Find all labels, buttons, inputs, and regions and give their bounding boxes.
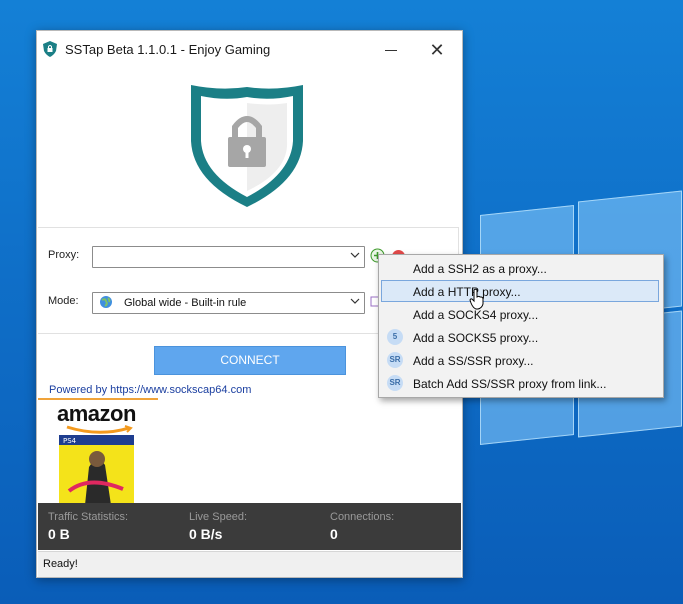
menu-item-ss-ssr[interactable]: SR Add a SS/SSR proxy...: [381, 349, 659, 371]
chevron-down-icon: [350, 252, 360, 258]
status-text: Ready!: [43, 558, 78, 570]
menu-item-ssh2[interactable]: Add a SSH2 as a proxy...: [381, 257, 659, 279]
app-shield-icon: [43, 41, 57, 57]
minimize-button[interactable]: [373, 37, 409, 63]
amazon-smile-icon: [66, 425, 133, 434]
proxy-select[interactable]: [92, 246, 365, 268]
traffic-label: Traffic Statistics:: [48, 511, 129, 523]
amazon-logo[interactable]: amazon: [57, 401, 136, 427]
add-proxy-menu: Add a SSH2 as a proxy... Add a HTTP prox…: [378, 254, 664, 398]
svg-text:PS4: PS4: [63, 437, 77, 445]
menu-item-http[interactable]: Add a HTTP proxy...: [381, 280, 659, 302]
mode-select[interactable]: Global wide - Built-in rule: [92, 292, 365, 314]
menu-item-batch-ssr[interactable]: SR Batch Add SS/SSR proxy from link...: [381, 372, 659, 394]
game-cover-ad[interactable]: PS4: [59, 435, 134, 505]
window-title: SSTap Beta 1.1.0.1 - Enjoy Gaming: [65, 42, 271, 57]
mode-label: Mode:: [48, 295, 79, 307]
statistics-bar: Traffic Statistics: 0 B Live Speed: 0 B/…: [38, 503, 461, 550]
proxy-label: Proxy:: [48, 249, 80, 261]
traffic-value: 0 B: [48, 526, 70, 542]
connect-button[interactable]: CONNECT: [154, 346, 346, 375]
divider: [38, 398, 158, 400]
connections-label: Connections:: [330, 511, 395, 523]
powered-by-link[interactable]: Powered by https://www.sockscap64.com: [49, 384, 251, 396]
cyberpunk-cover-image: PS4: [59, 435, 134, 505]
socks5-icon: 5: [387, 329, 403, 345]
shield-lock-logo: [191, 85, 303, 207]
globe-icon: [100, 296, 112, 308]
menu-item-socks5[interactable]: 5 Add a SOCKS5 proxy...: [381, 326, 659, 348]
ssr-icon: SR: [387, 375, 403, 391]
speed-value: 0 B/s: [189, 526, 223, 542]
status-bar: Ready!: [38, 551, 461, 577]
menu-item-socks4[interactable]: Add a SOCKS4 proxy...: [381, 303, 659, 325]
mouse-cursor-icon: [469, 288, 484, 310]
ssr-icon: SR: [387, 352, 403, 368]
connections-value: 0: [330, 526, 338, 542]
title-bar: SSTap Beta 1.1.0.1 - Enjoy Gaming ✕: [37, 31, 462, 67]
speed-label: Live Speed:: [189, 511, 248, 523]
chevron-down-icon: [350, 298, 360, 304]
close-button[interactable]: ✕: [419, 37, 455, 63]
